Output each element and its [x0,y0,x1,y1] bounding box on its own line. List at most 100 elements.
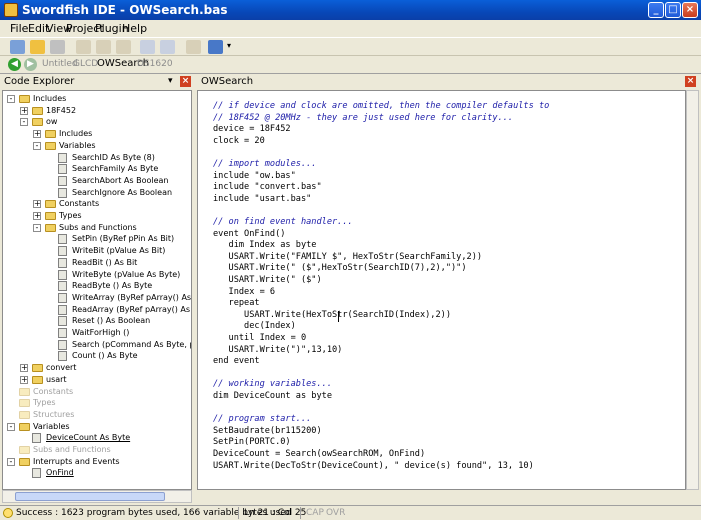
tree-horizontal-scrollbar[interactable] [2,490,192,503]
tree-row[interactable]: + Constants [3,198,191,210]
tree-row[interactable]: SearchAbort As Boolean [3,175,191,187]
code-line[interactable]: until Index = 0 [213,333,307,344]
tree-row[interactable]: - Variables [3,421,191,433]
expand-icon[interactable]: + [20,106,28,115]
tree-row[interactable]: SearchID As Byte (8) [3,152,191,164]
tree-row[interactable]: SetPin (ByRef pPin As Bit) [3,233,191,245]
collapse-icon[interactable]: - [7,422,15,431]
tree-row[interactable]: Reset () As Boolean [3,315,191,327]
tree-row[interactable]: + Includes [3,128,191,140]
code-line[interactable]: repeat [213,298,260,309]
code-line[interactable]: dec(Index) [213,321,296,332]
code-line[interactable]: event OnFind() [213,229,285,240]
code-line[interactable]: device = 18F452 [213,124,291,135]
code-line[interactable]: include "ow.bas" [213,171,296,182]
tree-row[interactable]: - Interrupts and Events [3,456,191,468]
collapse-icon[interactable]: - [7,457,15,466]
code-line[interactable]: dim Index as byte [213,240,317,251]
code-line[interactable]: USART.Write(")",13,10) [213,345,343,356]
code-line[interactable]: // import modules... [213,159,316,170]
tree-row[interactable]: Constants [3,386,191,398]
menu-file[interactable]: File [10,22,28,35]
tree-row[interactable]: DeviceCount As Byte [3,432,191,444]
redo-icon[interactable] [160,40,175,54]
collapse-icon[interactable]: - [33,223,41,232]
code-line[interactable]: USART.Write(DecToStr(DeviceCount), " dev… [213,461,534,472]
save-icon[interactable] [50,40,65,54]
tree-row[interactable]: +18F452 [3,105,191,117]
close-button[interactable]: × [682,2,698,18]
tree-row[interactable]: + Types [3,210,191,222]
tree-row[interactable]: SearchIgnore As Boolean [3,187,191,199]
open-icon[interactable] [30,40,45,54]
title-bar[interactable]: Swordfish IDE - OWSearch.bas _ □ × [0,0,701,20]
code-line[interactable]: // program start... [213,414,311,425]
tree-row[interactable]: WriteArray (ByRef pArray() As Byte, pMa [3,292,191,304]
forward-icon[interactable]: ▶ [24,58,37,71]
tree-row[interactable]: Search (pCommand As Byte, pOnSearch [3,339,191,351]
collapse-icon[interactable]: - [7,95,15,103]
minimize-button[interactable]: _ [648,2,664,18]
tree-row[interactable]: - Subs and Functions [3,222,191,234]
tab-ds1620[interactable]: DS1620 [137,59,173,69]
editor-vertical-scrollbar[interactable] [686,90,699,490]
collapse-icon[interactable]: - [33,141,41,150]
close-explorer-icon[interactable]: × [180,76,191,87]
code-line[interactable]: // if device and clock are omitted, then… [213,101,549,112]
tree-row[interactable]: WriteByte (pValue As Byte) [3,269,191,281]
tree-row[interactable]: + convert [3,362,191,374]
copy-icon[interactable] [96,40,111,54]
menu-help[interactable]: Help [122,22,147,35]
code-line[interactable]: Index = 6 [213,287,276,298]
code-line[interactable]: include "usart.bas" [213,194,311,205]
code-line[interactable]: USART.Write(HexToStr(SearchID(Index),2)) [213,310,451,321]
tab-glcd[interactable]: GLCD [73,59,98,69]
expand-icon[interactable]: + [33,200,41,209]
scroll-thumb[interactable] [15,492,165,501]
back-icon[interactable]: ◀ [8,58,21,71]
close-editor-icon[interactable]: × [685,76,696,87]
find-icon[interactable] [186,40,201,54]
tree-row[interactable]: + usart [3,374,191,386]
panel-menu-icon[interactable]: ▾ [168,76,173,86]
code-line[interactable]: // working variables... [213,379,332,390]
expand-icon[interactable]: + [20,375,28,384]
code-line[interactable]: // on find event handler... [213,217,353,228]
code-line[interactable]: dim DeviceCount as byte [213,391,332,402]
tree-row[interactable]: ReadByte () As Byte [3,280,191,292]
tree-row[interactable]: OnFind [3,467,191,479]
code-line[interactable]: SetPin(PORTC.0) [213,437,291,448]
code-explorer-tree[interactable]: - Includes +18F452- ow + Includes - Variables Se… [2,90,192,490]
tree-row[interactable]: ReadArray (ByRef pArray() As Byte, pMa [3,304,191,316]
code-line[interactable]: SetBaudrate(br115200) [213,426,322,437]
compile-dropdown-icon[interactable]: ▾ [227,41,231,50]
maximize-button[interactable]: □ [665,2,681,18]
tree-row[interactable]: Types [3,397,191,409]
cut-icon[interactable] [76,40,91,54]
tree-row[interactable]: - Variables [3,140,191,152]
code-editor[interactable]: // if device and clock are omitted, then… [197,90,686,490]
paste-icon[interactable] [116,40,131,54]
tree-row[interactable]: Count () As Byte [3,350,191,362]
collapse-icon[interactable]: - [20,118,28,127]
tree-row[interactable]: Subs and Functions [3,444,191,456]
code-line[interactable]: USART.Write(" ($",HexToStr(SearchID(7),2… [213,263,467,274]
code-line[interactable]: USART.Write(" ($") [213,275,322,286]
code-line[interactable]: end event [213,356,260,367]
tree-row[interactable]: WriteBit (pValue As Bit) [3,245,191,257]
tree-row[interactable]: SearchFamily As Byte [3,163,191,175]
tree-row[interactable]: ReadBit () As Bit [3,257,191,269]
tree-row[interactable]: - ow [3,116,191,128]
code-line[interactable]: include "convert.bas" [213,182,322,193]
expand-icon[interactable]: + [33,212,41,220]
code-line[interactable]: DeviceCount = Search(owSearchROM, OnFind… [213,449,425,460]
new-project-icon[interactable] [10,40,25,54]
expand-icon[interactable]: + [20,364,28,373]
code-line[interactable]: // 18F452 @ 20MHz - they are just used h… [213,113,513,124]
tree-row[interactable]: Structures [3,409,191,421]
compile-icon[interactable] [208,40,223,54]
code-line[interactable]: clock = 20 [213,136,265,147]
tree-row[interactable]: - Includes [3,93,191,105]
expand-icon[interactable]: + [33,130,41,139]
tree-row[interactable]: WaitForHigh () [3,327,191,339]
